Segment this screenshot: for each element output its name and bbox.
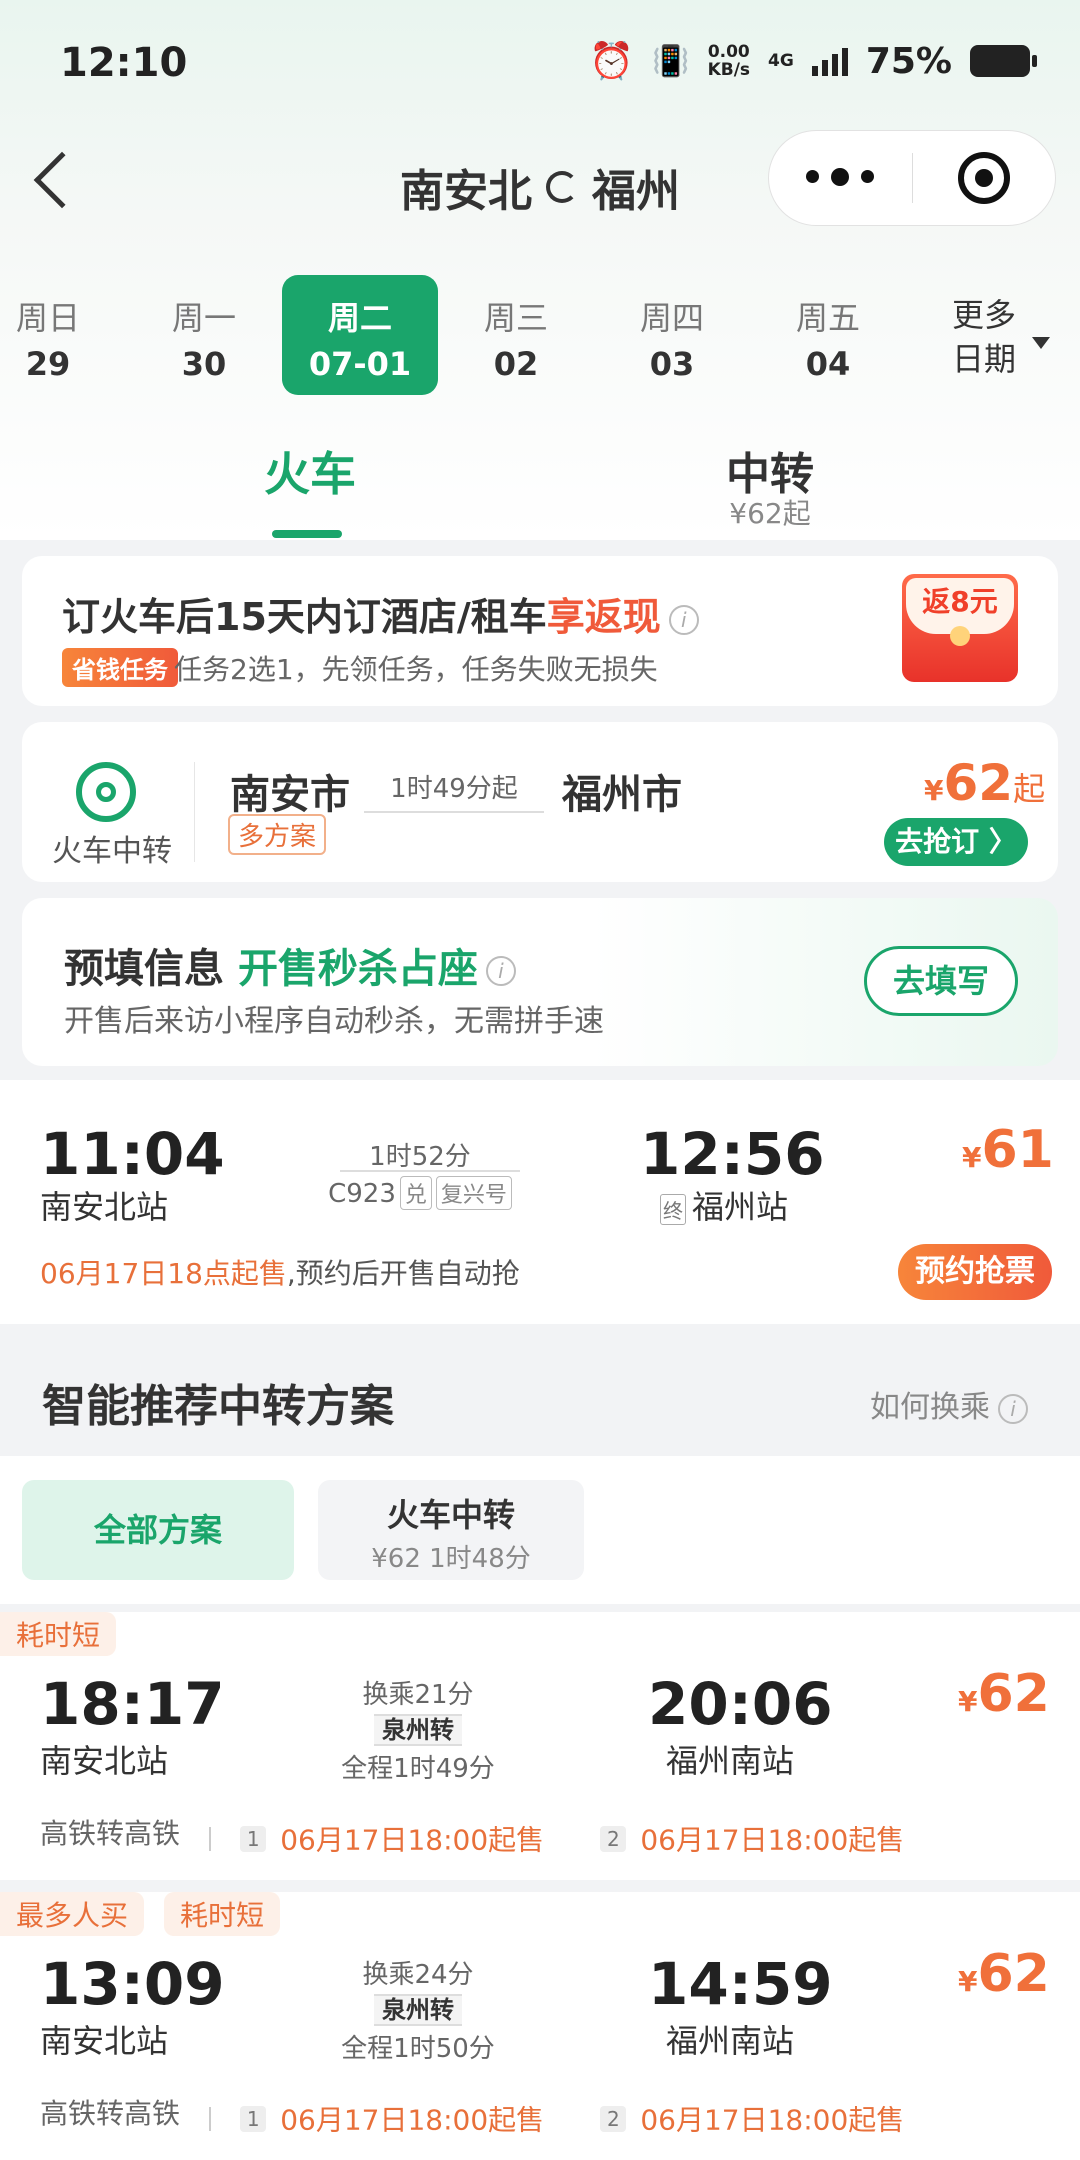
transfer-label: 火车中转 [52,834,172,869]
info-icon[interactable]: i [668,604,699,635]
transfer-duration: 1时49分起 [364,768,544,813]
plan-via: 泉州转 [374,1714,462,1746]
transfer-from-city: 南安市 [230,772,350,818]
swap-icon[interactable] [546,171,578,203]
plan-tag: 耗时短 [164,1892,281,1936]
miniprogram-capsule [768,130,1056,226]
depart-station: 南安北站 [40,1188,169,1226]
date-item-30[interactable]: 周一 30 [126,275,282,395]
grab-order-button[interactable]: 去抢订 〉 [884,818,1028,866]
promo-title: 订火车后15天内订酒店/租车享返现 i [62,586,699,641]
tab-active-indicator [272,530,342,538]
network-type: 4G [768,51,794,71]
plan-depart-time: 13:09 [40,1950,225,2018]
date-item-03[interactable]: 周四 03 [594,275,750,395]
dropdown-triangle-icon [1032,337,1050,349]
chip-all-plans[interactable]: 全部方案 [22,1480,294,1580]
plan-price: ¥62 [958,1944,1050,2004]
tab-transfer-price: ¥62起 [729,497,811,530]
train-duration: 1时52分 [369,1142,471,1172]
fill-in-button[interactable]: 去填写 [864,946,1018,1016]
info-icon: i [998,1393,1028,1424]
plan-tag: 耗时短 [0,1612,117,1656]
promo-subtitle: 任务2选1，先领任务，任务失败无损失 [174,653,658,686]
plan-arrive-time: 20:06 [648,1670,833,1738]
net-speed: 0.00 KB/s [707,42,751,80]
sale-notice: 06月17日18点起售,预约后开售自动抢 [40,1257,520,1290]
more-dates-button[interactable]: 更多 日期 [952,293,1016,381]
train-price: ¥61 [962,1120,1054,1180]
plan-segments: 高铁转高铁 1 06月17日18:00起售 2 06月17日18:00起售 [40,2097,905,2137]
plan-total: 全程1时49分 [341,1754,495,1784]
transfer-to-city: 福州市 [562,772,682,818]
status-icons: ⏰ 📳 0.00 KB/s 4G 75% [589,40,1037,82]
plan-transfer-wait: 换乘21分 [362,1680,474,1710]
section-title: 智能推荐中转方案 [42,1381,394,1432]
plan-depart-station: 南安北站 [40,1742,169,1780]
red-envelope-icon[interactable]: 返8元 [902,574,1018,682]
terminal-tag: 终 [660,1193,686,1225]
plan-arrive-station: 福州南站 [666,2022,795,2060]
prefill-info-card[interactable]: 预填信息 开售秒杀占座 i 开售后来访小程序自动秒杀，无需拼手速 去填写 [22,898,1058,1066]
plan-segments: 高铁转高铁 1 06月17日18:00起售 2 06月17日18:00起售 [40,1817,905,1857]
date-item-07-01[interactable]: 周二 07-01 [282,275,438,395]
header-area: 12:10 ⏰ 📳 0.00 KB/s 4G 75% 南安北 福州 周日 29 … [0,0,1080,540]
prefill-title: 预填信息 开售秒杀占座 i [64,936,516,994]
promo-badge: 省钱任务 [62,648,178,687]
train-number: C923 兑复兴号 [300,1176,540,1210]
plan-depart-station: 南安北站 [40,2022,169,2060]
status-time: 12:10 [60,40,188,86]
arrive-time: 12:56 [640,1120,825,1188]
plan-card[interactable]: 耗时短 18:17 南安北站 换乘21分 泉州转 全程1时49分 20:06 福… [0,1612,1080,1880]
plan-arrive-station: 福州南站 [666,1742,795,1780]
vibrate-icon: 📳 [652,43,690,79]
date-item-04[interactable]: 周五 04 [750,275,906,395]
cashback-promo-card[interactable]: 订火车后15天内订酒店/租车享返现 i 省钱任务 任务2选1，先领任务，任务失败无… [22,556,1058,706]
plan-price: ¥62 [958,1664,1050,1724]
train-result-card[interactable]: 11:04 南安北站 1时52分 C923 兑复兴号 12:56 终福州站 ¥61… [0,1080,1080,1324]
chip-train-transfer[interactable]: 火车中转 ¥62 1时48分 [318,1480,584,1580]
prefill-subtitle: 开售后来访小程序自动秒杀，无需拼手速 [64,1004,604,1039]
more-dots-icon[interactable] [769,168,912,186]
location-transfer-icon [76,762,136,822]
plan-via: 泉州转 [374,1994,462,2026]
plan-total: 全程1时50分 [341,2034,495,2064]
reserve-ticket-button[interactable]: 预约抢票 [898,1244,1052,1300]
battery-percent: 75% [865,40,952,82]
alarm-icon: ⏰ [589,41,635,82]
title-from: 南安北 [400,166,532,217]
multi-plan-tag: 多方案 [228,814,327,855]
plan-arrive-time: 14:59 [648,1950,833,2018]
plan-transfer-wait: 换乘24分 [362,1960,474,1990]
plan-depart-time: 18:17 [40,1670,225,1738]
date-item-29[interactable]: 周日 29 [0,275,126,395]
how-to-transfer-link[interactable]: 如何换乘 i [870,1382,1028,1426]
arrive-station: 终福州站 [660,1182,788,1228]
train-transfer-card[interactable]: 火车中转 南安市 1时49分起 福州市 多方案 ¥62起 去抢订 〉 [22,722,1058,882]
plan-tag: 最多人买 [0,1892,145,1936]
signal-icon [811,46,848,76]
transfer-price: ¥62起 [924,754,1046,812]
plan-card[interactable]: 最多人买 耗时短 13:09 南安北站 换乘24分 泉州转 全程1时50分 14… [0,1892,1080,2160]
tab-train[interactable]: 火车 [180,438,440,504]
battery-icon [970,45,1037,77]
title-to: 福州 [592,166,680,217]
depart-time: 11:04 [40,1120,225,1188]
close-target-icon[interactable] [912,152,1055,204]
date-item-02[interactable]: 周三 02 [438,275,594,395]
info-icon[interactable]: i [485,956,516,986]
date-strip: 周日 29 周一 30 周二 07-01 周三 02 周四 03 周五 04 更… [0,275,1080,395]
